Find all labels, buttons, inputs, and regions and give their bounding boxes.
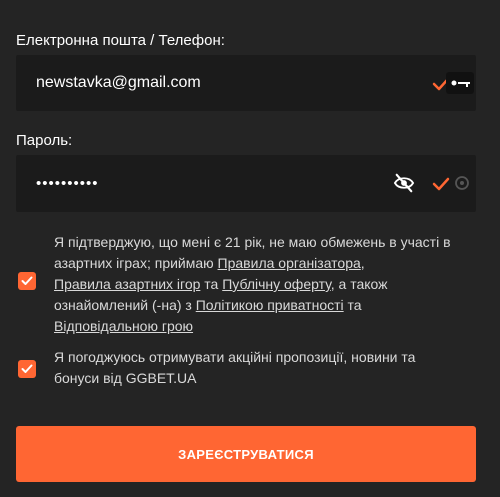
password-value[interactable]: •••••••••• <box>36 155 99 212</box>
checkmark-icon <box>21 276 33 285</box>
autofill-key-icon[interactable] <box>446 72 474 94</box>
password-manager-icon[interactable] <box>454 175 470 191</box>
age-consent-checkbox[interactable] <box>18 272 36 290</box>
register-button[interactable]: ЗАРЕЄСТРУВАТИСЯ <box>16 426 476 482</box>
gambling-rules-link[interactable]: Правила азартних ігор <box>54 276 200 292</box>
consent-text-part: та <box>343 297 362 313</box>
email-value[interactable]: newstavka@gmail.com <box>36 55 201 111</box>
valid-check-icon <box>432 177 450 191</box>
email-field[interactable]: newstavka@gmail.com <box>16 55 476 111</box>
consent-text-part: та <box>200 276 223 292</box>
password-label: Пароль: <box>16 132 73 149</box>
responsible-gaming-link[interactable]: Відповідальною грою <box>54 318 193 334</box>
organizer-rules-link[interactable]: Правила організатора <box>218 255 361 271</box>
privacy-policy-link[interactable]: Політикою приватності <box>196 297 344 313</box>
password-field[interactable]: •••••••••• <box>16 155 476 212</box>
public-offer-link[interactable]: Публічну оферту <box>222 276 331 292</box>
hide-password-icon[interactable] <box>393 173 415 193</box>
checkmark-icon <box>21 364 33 373</box>
consent-text-part: , <box>360 255 365 271</box>
age-consent-text: Я підтверджую, що мені є 21 рік, не маю … <box>54 232 484 337</box>
email-label: Електронна пошта / Телефон: <box>16 32 225 49</box>
promo-consent-text: Я погоджуюсь отримувати акційні пропозиц… <box>54 349 416 386</box>
promo-consent-checkbox[interactable] <box>18 360 36 378</box>
